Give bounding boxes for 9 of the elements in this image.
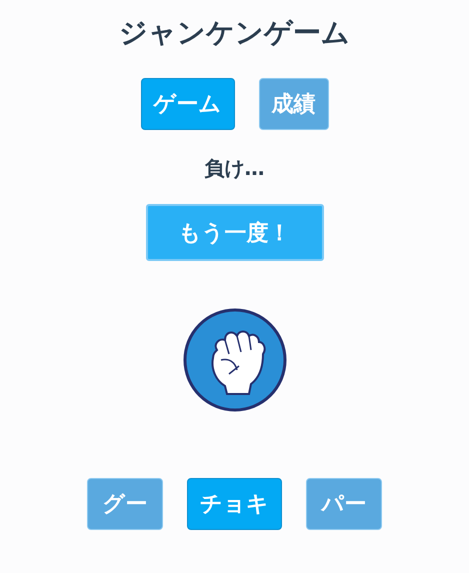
game-title: ジャンケンゲーム bbox=[119, 15, 350, 51]
result-text: 負け… bbox=[204, 155, 264, 182]
hand-button[interactable]: パー bbox=[306, 478, 382, 530]
tab[interactable]: ゲーム bbox=[140, 78, 234, 130]
tab[interactable]: 成績 bbox=[258, 78, 328, 130]
retry-button[interactable]: もう一度！ bbox=[146, 204, 324, 261]
hand-button[interactable]: チョキ bbox=[187, 478, 282, 530]
fist-icon bbox=[182, 308, 286, 412]
hand-button[interactable]: グー bbox=[87, 478, 163, 530]
